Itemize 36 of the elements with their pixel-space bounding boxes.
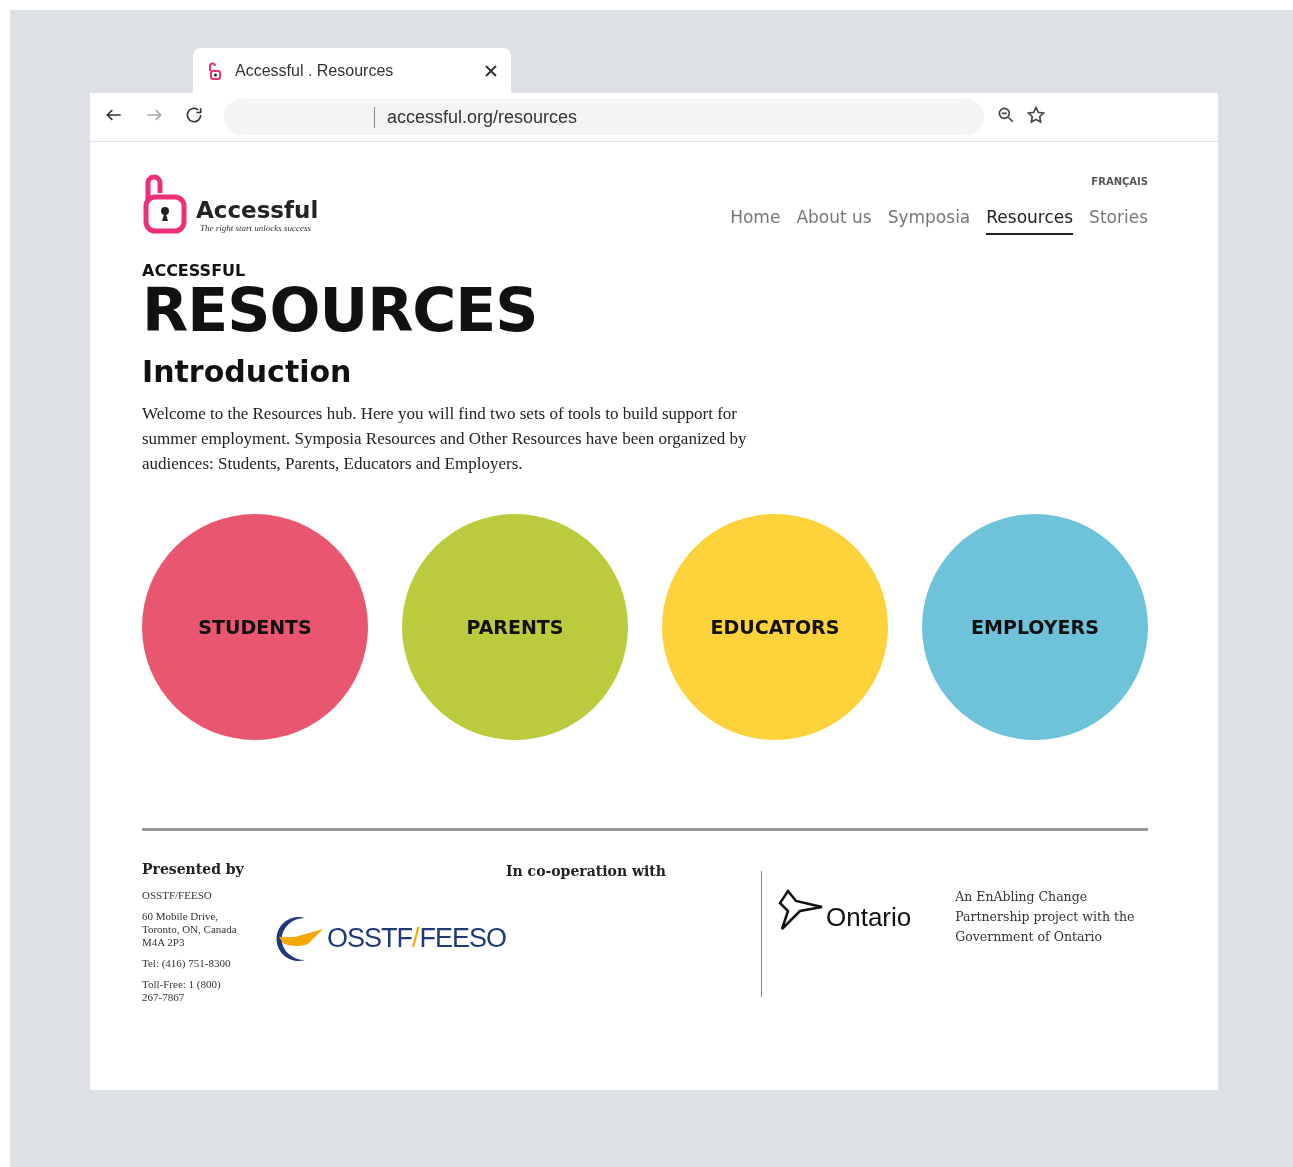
nav-link[interactable]: About us [796, 207, 872, 235]
page-kicker: ACCESSFUL [142, 261, 247, 280]
audience-circle[interactable]: EMPLOYERS [922, 514, 1148, 740]
page-title: RESOURCES [142, 280, 539, 340]
nav-link[interactable]: Stories [1089, 207, 1148, 235]
language-link[interactable]: FRANÇAIS [1091, 176, 1148, 187]
url-text: accessful.org/resources [374, 106, 986, 128]
ontario-logo-text: Ontario [826, 902, 912, 933]
toll-free-text: Toll-Free: 1 (800) 267-7867 [142, 978, 222, 1004]
browser-tab[interactable]: Accessful . Resources [193, 48, 511, 93]
org-name: OSSTF/FEESO [142, 889, 213, 902]
reload-icon[interactable] [184, 105, 204, 125]
audience-circle[interactable]: EDUCATORS [662, 514, 888, 740]
nav-link[interactable]: Resources [986, 207, 1074, 235]
intro-paragraph: Welcome to the Resources hub. Here you will find two sets of tools to build support for summer employment. Symposia Resources and Other Resources have been organized by audiences: Students, Parents, Educators and Employers. [142, 403, 748, 475]
address-text: 60 Mobile Drive, Toronto, ON, Canada M4A 2P3 [142, 910, 238, 949]
footer-heading: Presented by [142, 861, 245, 877]
section-heading: Introduction [142, 354, 353, 389]
logo-tagline: The right start unlocks success [199, 223, 312, 233]
nav-link[interactable]: Home [730, 207, 781, 235]
logo-text: OSSTF [326, 922, 412, 954]
audience-circle[interactable]: STUDENTS [142, 514, 368, 740]
padlock-icon [142, 173, 190, 235]
audience-circle[interactable]: PARENTS [402, 514, 628, 740]
logo-text: FEESO [419, 922, 506, 954]
padlock-icon [207, 61, 221, 80]
logo-name: Accessful [196, 197, 319, 223]
phone-text: Tel: (416) 751-8300 [142, 957, 232, 970]
partner-note: An EnAbling Change Partnership project with the Government of Ontario [955, 888, 1136, 946]
footer-heading: In co-operation with [506, 863, 666, 879]
nav-link[interactable]: Symposia [887, 207, 971, 235]
tab-title: Accessful . Resources [235, 61, 395, 80]
close-icon[interactable] [485, 64, 497, 77]
logo-slash: / [411, 922, 420, 954]
star-icon[interactable] [1026, 105, 1046, 125]
zoom-icon[interactable] [996, 105, 1016, 125]
